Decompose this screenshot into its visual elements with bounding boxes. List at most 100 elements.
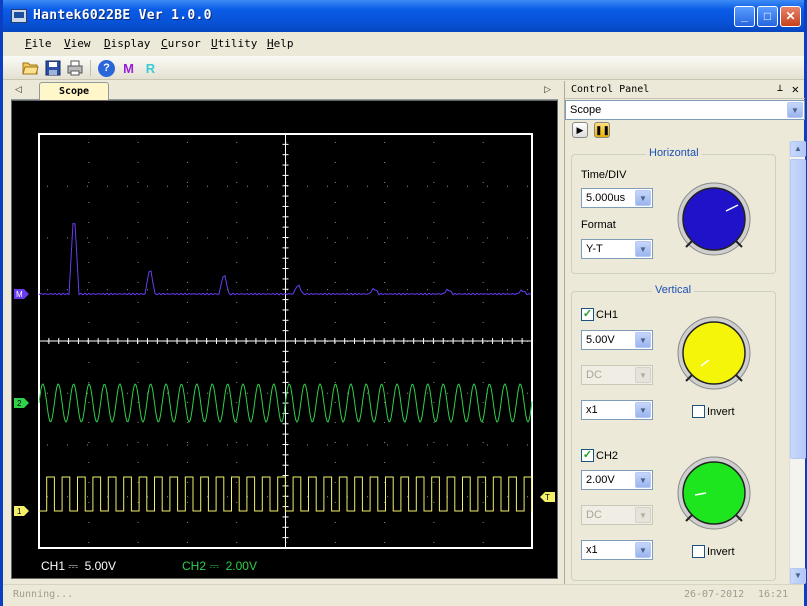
menu-cursor[interactable]: Cursor — [161, 37, 201, 50]
pin-icon[interactable]: ⊥ — [777, 83, 783, 94]
grid-dot — [407, 237, 408, 239]
grid-dot — [137, 522, 139, 523]
time-div-select[interactable]: 5.000us ▼ — [581, 188, 653, 208]
grid-dot — [187, 496, 188, 498]
grid-dot — [236, 422, 238, 423]
tab-scroll-left-icon[interactable]: ◁ — [15, 84, 22, 95]
menu-display[interactable]: Display — [104, 37, 150, 50]
grid-dot — [186, 422, 188, 423]
maximize-button[interactable]: □ — [757, 6, 778, 27]
scope-display[interactable]: M 2 1 T CH1 ⎓ 5.00V CH2 ⎓ 2.00V — [11, 100, 558, 579]
ch1-volts-knob[interactable] — [676, 315, 756, 395]
ch1-coupling-select[interactable]: DC ▼ — [581, 365, 653, 385]
math-marker[interactable]: M — [14, 289, 29, 299]
grid-dot — [167, 237, 168, 239]
grid-dot — [247, 185, 248, 187]
grid-dot — [186, 162, 188, 163]
grid-dot — [267, 496, 268, 498]
grid-dot — [387, 237, 388, 239]
menu-view[interactable]: View — [64, 37, 91, 50]
grid-dot — [334, 382, 336, 383]
ch1-invert-checkbox[interactable] — [692, 405, 705, 418]
grid-dot — [367, 185, 368, 187]
menu-file[interactable]: File — [25, 37, 52, 50]
grid-dot — [347, 185, 348, 187]
ch2-invert-checkbox[interactable] — [692, 545, 705, 558]
grid-dot — [433, 202, 435, 203]
ch1-checkbox[interactable]: ✓ — [581, 308, 594, 321]
grid-dot — [433, 422, 435, 423]
grid-dot — [367, 237, 368, 239]
grid-dot — [236, 502, 238, 503]
tab-scroll-right-icon[interactable]: ▷ — [544, 84, 551, 95]
minimize-button[interactable]: _ — [734, 6, 755, 27]
title-bar[interactable]: Hantek6022BE Ver 1.0.0 _ □ ✕ — [3, 0, 804, 32]
grid-dot — [127, 237, 128, 239]
grid-dot — [482, 462, 484, 463]
chevron-down-icon: ▼ — [635, 190, 651, 206]
grid-dot — [307, 185, 308, 187]
open-folder-icon[interactable] — [22, 60, 39, 77]
grid-dot — [236, 222, 238, 223]
grid-dot — [88, 202, 90, 203]
r-icon[interactable]: R — [142, 60, 159, 77]
ch1-probe-select[interactable]: x1 ▼ — [581, 400, 653, 420]
grid-dot — [186, 282, 188, 283]
control-panel-scrollbar[interactable]: ▲ ▼ — [789, 141, 806, 584]
close-button[interactable]: ✕ — [780, 6, 801, 27]
grid-dot — [67, 237, 68, 239]
grid-dot — [347, 289, 348, 291]
mode-select[interactable]: Scope ▼ — [565, 100, 805, 120]
save-icon[interactable] — [44, 60, 61, 77]
grid-dot — [307, 496, 308, 498]
ch2-volts-knob[interactable] — [676, 455, 756, 535]
scroll-down-icon[interactable]: ▼ — [790, 568, 806, 584]
grid-dot — [384, 362, 386, 363]
ch2-volts-select[interactable]: 2.00V ▼ — [581, 470, 653, 490]
grid-dot — [334, 322, 336, 323]
grid-dot — [327, 444, 328, 446]
grid-dot — [88, 542, 90, 543]
ch1-marker[interactable]: 1 — [14, 506, 29, 516]
help-icon[interactable]: ? — [98, 60, 115, 77]
grid-dot — [247, 444, 248, 446]
m-icon[interactable]: M — [120, 60, 137, 77]
grid-dot — [527, 444, 528, 446]
pause-button[interactable]: ❚❚ — [594, 122, 610, 138]
chevron-down-icon: ▼ — [635, 241, 651, 257]
grid-dot — [384, 442, 386, 443]
ch2-checkbox[interactable]: ✓ — [581, 449, 594, 462]
time-div-knob[interactable] — [676, 181, 756, 261]
scroll-up-icon[interactable]: ▲ — [790, 141, 806, 157]
grid-dot — [427, 444, 428, 446]
grid-dot — [384, 522, 386, 523]
menu-help[interactable]: Help — [267, 37, 294, 50]
grid-dot — [147, 185, 148, 187]
grid-dot — [88, 362, 90, 363]
panel-close-icon[interactable]: ✕ — [792, 82, 799, 96]
grid-dot — [347, 444, 348, 446]
grid-dot — [236, 322, 238, 323]
ch1-volts-select[interactable]: 5.00V ▼ — [581, 330, 653, 350]
menu-utility[interactable]: Utility — [211, 37, 257, 50]
grid-dot — [384, 162, 386, 163]
format-select[interactable]: Y-T ▼ — [581, 239, 653, 259]
scrollbar-thumb[interactable] — [790, 159, 806, 459]
trigger-marker[interactable]: T — [540, 492, 555, 502]
ch2-probe-select[interactable]: x1 ▼ — [581, 540, 653, 560]
ch2-marker[interactable]: 2 — [14, 398, 29, 408]
ch2-coupling-select[interactable]: DC ▼ — [581, 505, 653, 525]
print-icon[interactable] — [66, 60, 83, 77]
grid-dot — [187, 185, 188, 187]
grid-dot — [127, 392, 128, 394]
svg-text:M: M — [16, 290, 23, 299]
grid-dot — [507, 444, 508, 446]
grid-dot — [88, 402, 90, 403]
grid-dot — [334, 262, 336, 263]
grid-dot — [384, 282, 386, 283]
run-button[interactable]: ▶ — [572, 122, 588, 138]
grid-dot — [147, 289, 148, 291]
grid-dot — [334, 142, 336, 143]
tab-scope[interactable]: Scope — [39, 82, 109, 100]
grid-dot — [207, 392, 208, 394]
